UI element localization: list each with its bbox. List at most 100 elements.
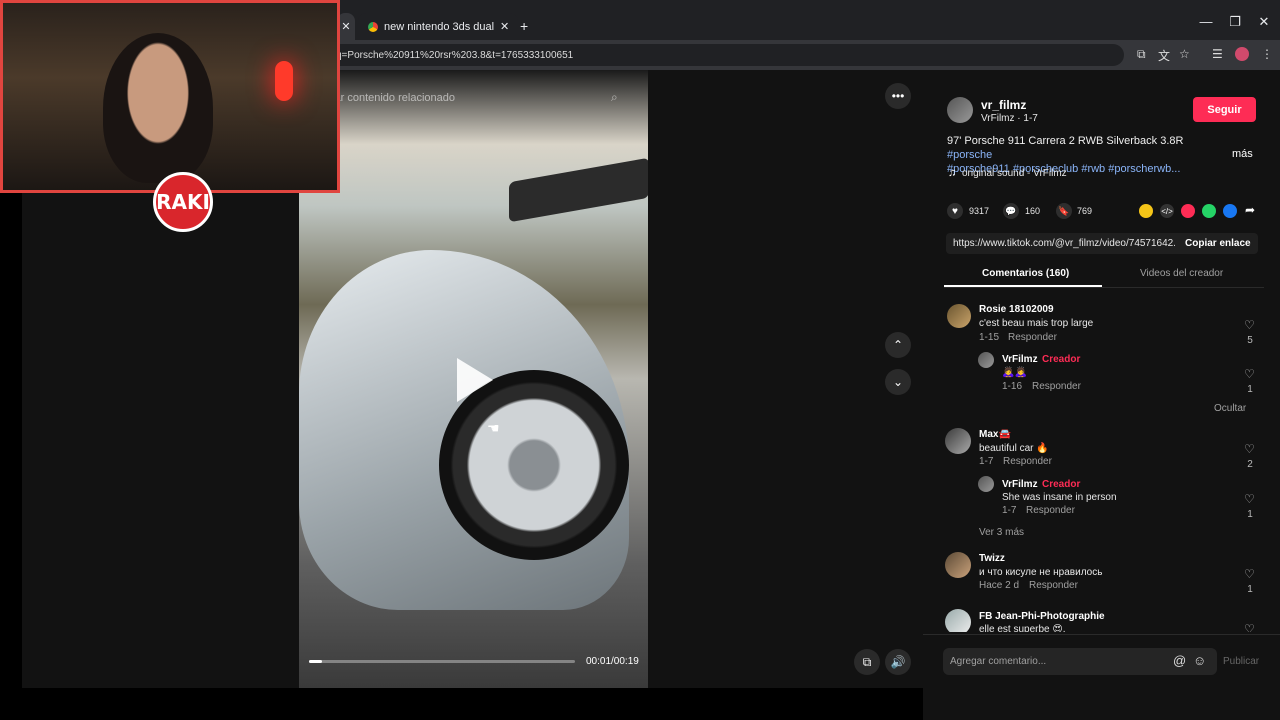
video-player[interactable]: car contenido relacionado ⌕ ☚ 00:01/00:1… <box>299 70 648 688</box>
tab-close-icon[interactable]: ✕ <box>500 20 509 33</box>
embed-icon[interactable]: </> <box>1160 204 1174 218</box>
comment-user[interactable]: VrFilmz <box>1002 479 1038 490</box>
minimize-icon[interactable]: — <box>1192 14 1220 29</box>
comment-text: elle est superbe 😍. <box>979 624 1066 632</box>
comment-user[interactable]: FB Jean-Phi-Photographie <box>979 611 1105 622</box>
prev-video-icon[interactable]: ⌃ <box>885 332 911 358</box>
search-icon[interactable]: ⌕ <box>611 90 618 105</box>
like-icon[interactable]: ♥ <box>947 203 963 219</box>
comment-like-count: 1 <box>1247 509 1253 520</box>
author-username[interactable]: vr_filmz <box>981 98 1026 112</box>
avatar[interactable] <box>945 552 971 578</box>
publish-button[interactable]: Publicar <box>1223 656 1259 667</box>
coin-icon[interactable] <box>1139 204 1153 218</box>
translate-icon[interactable]: 文 <box>1158 47 1170 64</box>
comment-date: 1-7 <box>979 456 994 467</box>
comment-like-icon[interactable]: ♡ <box>1244 622 1255 632</box>
avatar[interactable] <box>978 476 994 492</box>
logo-text: RAKI <box>156 190 210 214</box>
comment-icon[interactable]: 💬 <box>1003 203 1019 219</box>
avatar[interactable] <box>947 304 971 328</box>
save-count: 769 <box>1077 206 1093 216</box>
bookmark-star-icon[interactable]: ☆ <box>1179 47 1190 61</box>
reply-button[interactable]: Responder <box>1003 456 1052 467</box>
follow-button[interactable]: Seguir <box>1193 97 1256 122</box>
comment-like-icon[interactable]: ♡ <box>1244 442 1255 456</box>
comments-list: Rosie 18102009 c'est beau mais trop larg… <box>944 292 1264 632</box>
video-time: 00:01/00:19 <box>586 656 639 667</box>
comment-user[interactable]: VrFilmz <box>1002 354 1038 365</box>
reply-button[interactable]: Responder <box>1008 332 1057 343</box>
miniplayer-icon[interactable]: ⧉ <box>854 649 880 675</box>
progress-bar[interactable] <box>309 660 575 663</box>
play-icon[interactable] <box>457 358 493 402</box>
comment-like-icon[interactable]: ♡ <box>1244 367 1255 381</box>
whatsapp-icon[interactable] <box>1202 204 1216 218</box>
send-icon[interactable] <box>1181 204 1195 218</box>
lava-lamp <box>275 61 293 101</box>
emoji-icon[interactable]: ☺ <box>1193 653 1206 668</box>
next-video-icon[interactable]: ⌄ <box>885 369 911 395</box>
maximize-icon[interactable]: ❐ <box>1221 14 1249 30</box>
hide-replies-button[interactable]: Ocultar <box>1214 403 1246 414</box>
more-replies-button[interactable]: Ver 3 más <box>979 527 1024 538</box>
more-options-icon[interactable]: ••• <box>885 83 911 109</box>
avatar[interactable] <box>945 428 971 454</box>
facebook-icon[interactable] <box>1223 204 1237 218</box>
streamer-face <box>103 33 213 183</box>
volume-icon[interactable]: 🔊 <box>885 649 911 675</box>
author-display: VrFilmz · 1-7 <box>981 113 1038 124</box>
tab-comments[interactable]: Comentarios (160) <box>982 268 1069 279</box>
menu-kebab-icon[interactable]: ⋮ <box>1261 47 1273 61</box>
comment-text: She was insane in person <box>1002 492 1117 503</box>
share-arrow-icon[interactable]: ➦ <box>1245 203 1255 217</box>
sound-name[interactable]: original sound - VrFilmz <box>962 168 1067 179</box>
mention-icon[interactable]: @ <box>1173 653 1186 668</box>
comment-text: и что кисуле не нравилось <box>979 567 1103 578</box>
close-window-icon[interactable]: ✕ <box>1250 14 1278 30</box>
comment-like-count: 5 <box>1247 335 1253 346</box>
comment-like-icon[interactable]: ♡ <box>1244 567 1255 581</box>
caption-text: 97' Porsche 911 Carrera 2 RWB Silverback… <box>947 135 1184 147</box>
input-divider <box>923 634 1280 635</box>
webcam-overlay <box>0 0 340 193</box>
creator-badge: Creador <box>1042 354 1081 365</box>
reading-list-icon[interactable]: ☰ <box>1212 47 1223 61</box>
reply-button[interactable]: Responder <box>1026 505 1075 516</box>
tab-creator-videos[interactable]: Videos del creador <box>1140 268 1223 279</box>
tab-nintendo[interactable]: new nintendo 3ds dual ips - Bu ✕ <box>358 13 518 40</box>
progress-fill <box>309 660 323 663</box>
comment-count: 160 <box>1025 206 1041 216</box>
new-tab-button[interactable]: + <box>520 18 528 34</box>
comment-text: 🙇‍♀️🙇‍♀️ <box>1002 367 1027 378</box>
reply-button[interactable]: Responder <box>1029 580 1078 591</box>
hashtag-porsche[interactable]: #porsche <box>947 149 992 161</box>
creator-badge: Creador <box>1042 479 1081 490</box>
raki-logo: RAKI <box>153 172 213 232</box>
bookmark-icon[interactable]: 🔖 <box>1056 203 1072 219</box>
video-link[interactable]: https://www.tiktok.com/@vr_filmz/video/7… <box>953 238 1175 249</box>
comment-text: beautiful car 🔥 <box>979 443 1049 454</box>
video-side-backdrop <box>648 70 923 688</box>
reply-button[interactable]: Responder <box>1032 381 1081 392</box>
avatar[interactable] <box>945 609 971 632</box>
profile-avatar[interactable] <box>1235 47 1249 61</box>
avatar[interactable] <box>978 352 994 368</box>
author-avatar[interactable] <box>947 97 973 123</box>
copy-link-button[interactable]: Copiar enlace <box>1185 238 1251 249</box>
comment-user[interactable]: Twizz <box>979 553 1005 564</box>
comment-like-icon[interactable]: ♡ <box>1244 492 1255 506</box>
address-bar[interactable]: q=Porsche%20911%20rsr%203.8&t=1765333100… <box>316 44 1124 66</box>
more-caption-link[interactable]: más <box>1232 148 1253 160</box>
chrome-favicon-icon <box>368 21 378 32</box>
comment-input-placeholder: Agregar comentario... <box>950 656 1047 667</box>
comment-user[interactable]: Max🚘 <box>979 429 1011 440</box>
comment-like-icon[interactable]: ♡ <box>1244 318 1255 332</box>
comment-user[interactable]: Rosie 18102009 <box>979 304 1054 315</box>
related-search-hint[interactable]: car contenido relacionado <box>329 92 455 104</box>
install-app-icon[interactable]: ⧉ <box>1137 47 1146 62</box>
comment-date: 1-16 <box>1002 381 1023 392</box>
url-text: q=Porsche%20911%20rsr%203.8&t=1765333100… <box>336 49 574 61</box>
tab-divider <box>944 287 1264 288</box>
comment-like-count: 1 <box>1247 584 1253 595</box>
